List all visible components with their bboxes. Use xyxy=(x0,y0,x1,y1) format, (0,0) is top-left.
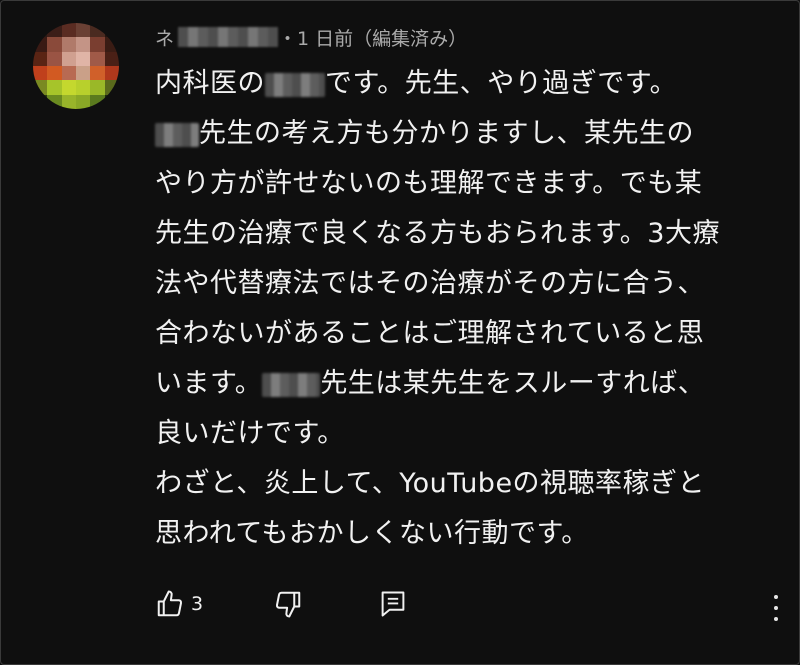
avatar[interactable] xyxy=(33,23,119,109)
comment-line: 先生の治療で良くなる方もおられます。3大療 xyxy=(155,218,720,249)
dislike-button[interactable] xyxy=(273,589,303,619)
comment-line: 思われてもおかしくない行動です。 xyxy=(155,518,589,549)
comment-header: ネ ・1 日前（編集済み） xyxy=(155,22,467,52)
thumb-up-icon xyxy=(157,590,183,617)
comment-line: 良いだけです。 xyxy=(155,418,345,449)
comment-line: わざと、炎上して、YouTubeの視聴率稼ぎと xyxy=(155,468,706,499)
comment-actions: 3 xyxy=(155,589,407,619)
author-name[interactable]: ネ xyxy=(155,24,174,51)
reply-icon xyxy=(381,591,405,617)
reply-button[interactable] xyxy=(379,589,407,619)
redacted-name xyxy=(265,72,325,97)
comment-text: 内科医の です。先生、やり過ぎです。先生の考え方も分かりますし、某先生のやり方が許… xyxy=(155,59,775,559)
more-actions-button[interactable] xyxy=(773,595,779,621)
comment-line: 内科医の です。先生、やり過ぎです。 xyxy=(155,68,678,99)
more-vert-icon xyxy=(774,595,778,599)
comment-line: 法や代替療法ではその治療がその方に合う、 xyxy=(155,268,705,299)
comment-line: やり方が許せないのも理解できます。でも某 xyxy=(155,168,703,199)
like-button[interactable] xyxy=(155,589,185,619)
redacted-name xyxy=(262,372,321,397)
comment-time[interactable]: ・1 日前（編集済み） xyxy=(278,24,467,51)
comment-card: ネ ・1 日前（編集済み） 内科医の です。先生、やり過ぎです。先生の考え方も分か… xyxy=(0,0,800,665)
like-count: 3 xyxy=(191,593,204,615)
thumb-down-icon xyxy=(276,591,301,618)
comment-line: 先生の考え方も分かりますし、某先生の xyxy=(155,109,775,159)
redacted-name xyxy=(155,122,199,147)
comment-line: 合わないがあることはご理解されていると思 xyxy=(155,318,705,349)
comment-line: います。 先生は某先生をスルーすれば、 xyxy=(155,368,706,399)
author-name-blur xyxy=(178,27,279,47)
